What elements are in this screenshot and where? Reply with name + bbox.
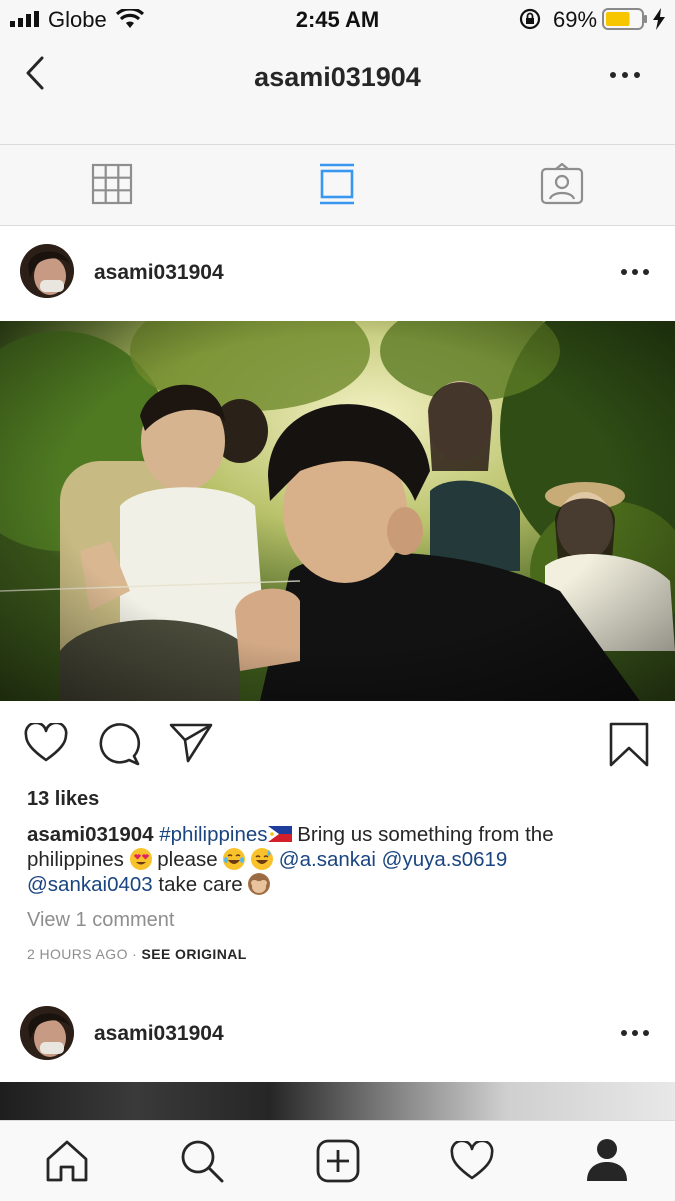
share-icon[interactable]	[168, 722, 214, 764]
post-caption: asami031904 #philippines Bring us someth…	[27, 822, 647, 897]
caption-text-3: take care	[152, 873, 249, 896]
status-bar: Globe 2:45 AM 69%	[0, 0, 675, 40]
tagged-icon[interactable]	[540, 163, 584, 205]
meta-separator: ·	[127, 946, 142, 962]
caption-username[interactable]: asami031904	[27, 823, 154, 846]
page-title: asami031904	[254, 62, 421, 92]
activity-heart-icon[interactable]	[450, 1141, 494, 1181]
philippines-flag-icon	[267, 823, 292, 842]
bottom-tab-bar	[0, 1120, 675, 1201]
see-no-evil-monkey-emoji-icon	[248, 873, 271, 895]
avatar[interactable]	[20, 1006, 74, 1060]
bookmark-icon[interactable]	[608, 722, 650, 768]
see-original-link[interactable]: SEE ORIGINAL	[142, 946, 247, 962]
profile-header: asami031904	[0, 40, 675, 145]
tears-of-joy-emoji-icon	[223, 848, 246, 870]
caption-hashtag[interactable]: #philippines	[159, 823, 267, 846]
mention-yuya[interactable]: @yuya.s0619	[382, 848, 508, 871]
post-timestamp: 2 HOURS AGO	[27, 946, 128, 962]
heart-eyes-emoji-icon	[129, 848, 152, 870]
avatar[interactable]	[20, 244, 74, 298]
post-header: asami031904	[0, 987, 675, 1082]
likes-count[interactable]: 13 likes	[27, 788, 99, 811]
add-post-icon[interactable]	[316, 1139, 360, 1183]
post-photo	[0, 321, 675, 701]
mention-sankai0403[interactable]: @sankai0403	[27, 873, 153, 896]
post-meta: 2 HOURS AGO · SEE ORIGINAL	[27, 946, 247, 962]
view-comments-link[interactable]: View 1 comment	[27, 909, 174, 932]
battery-percent: 69%	[553, 7, 598, 32]
post-image[interactable]	[0, 321, 675, 701]
profile-view-tabs	[0, 145, 675, 226]
feed-icon[interactable]	[319, 163, 355, 205]
post-options-icon[interactable]	[620, 1029, 650, 1037]
caption-text-2: please	[151, 848, 224, 871]
rotation-lock-icon	[519, 8, 541, 30]
charging-icon	[653, 8, 665, 30]
mention-a-sankai[interactable]: @a.sankai	[279, 848, 376, 871]
search-icon[interactable]	[180, 1139, 224, 1183]
more-options-icon[interactable]	[609, 70, 641, 80]
sweat-smile-emoji-icon	[251, 848, 274, 870]
post-options-icon[interactable]	[620, 268, 650, 276]
comment-icon[interactable]	[97, 722, 141, 766]
like-heart-icon[interactable]	[24, 723, 68, 763]
post-username[interactable]: asami031904	[94, 1022, 224, 1046]
profile-icon[interactable]	[585, 1137, 629, 1183]
post-username[interactable]: asami031904	[94, 261, 224, 285]
grid-icon[interactable]	[91, 163, 133, 205]
post-image[interactable]	[0, 1082, 675, 1122]
home-icon[interactable]	[45, 1139, 89, 1183]
battery-icon	[602, 8, 647, 30]
post-header: asami031904	[0, 225, 675, 320]
